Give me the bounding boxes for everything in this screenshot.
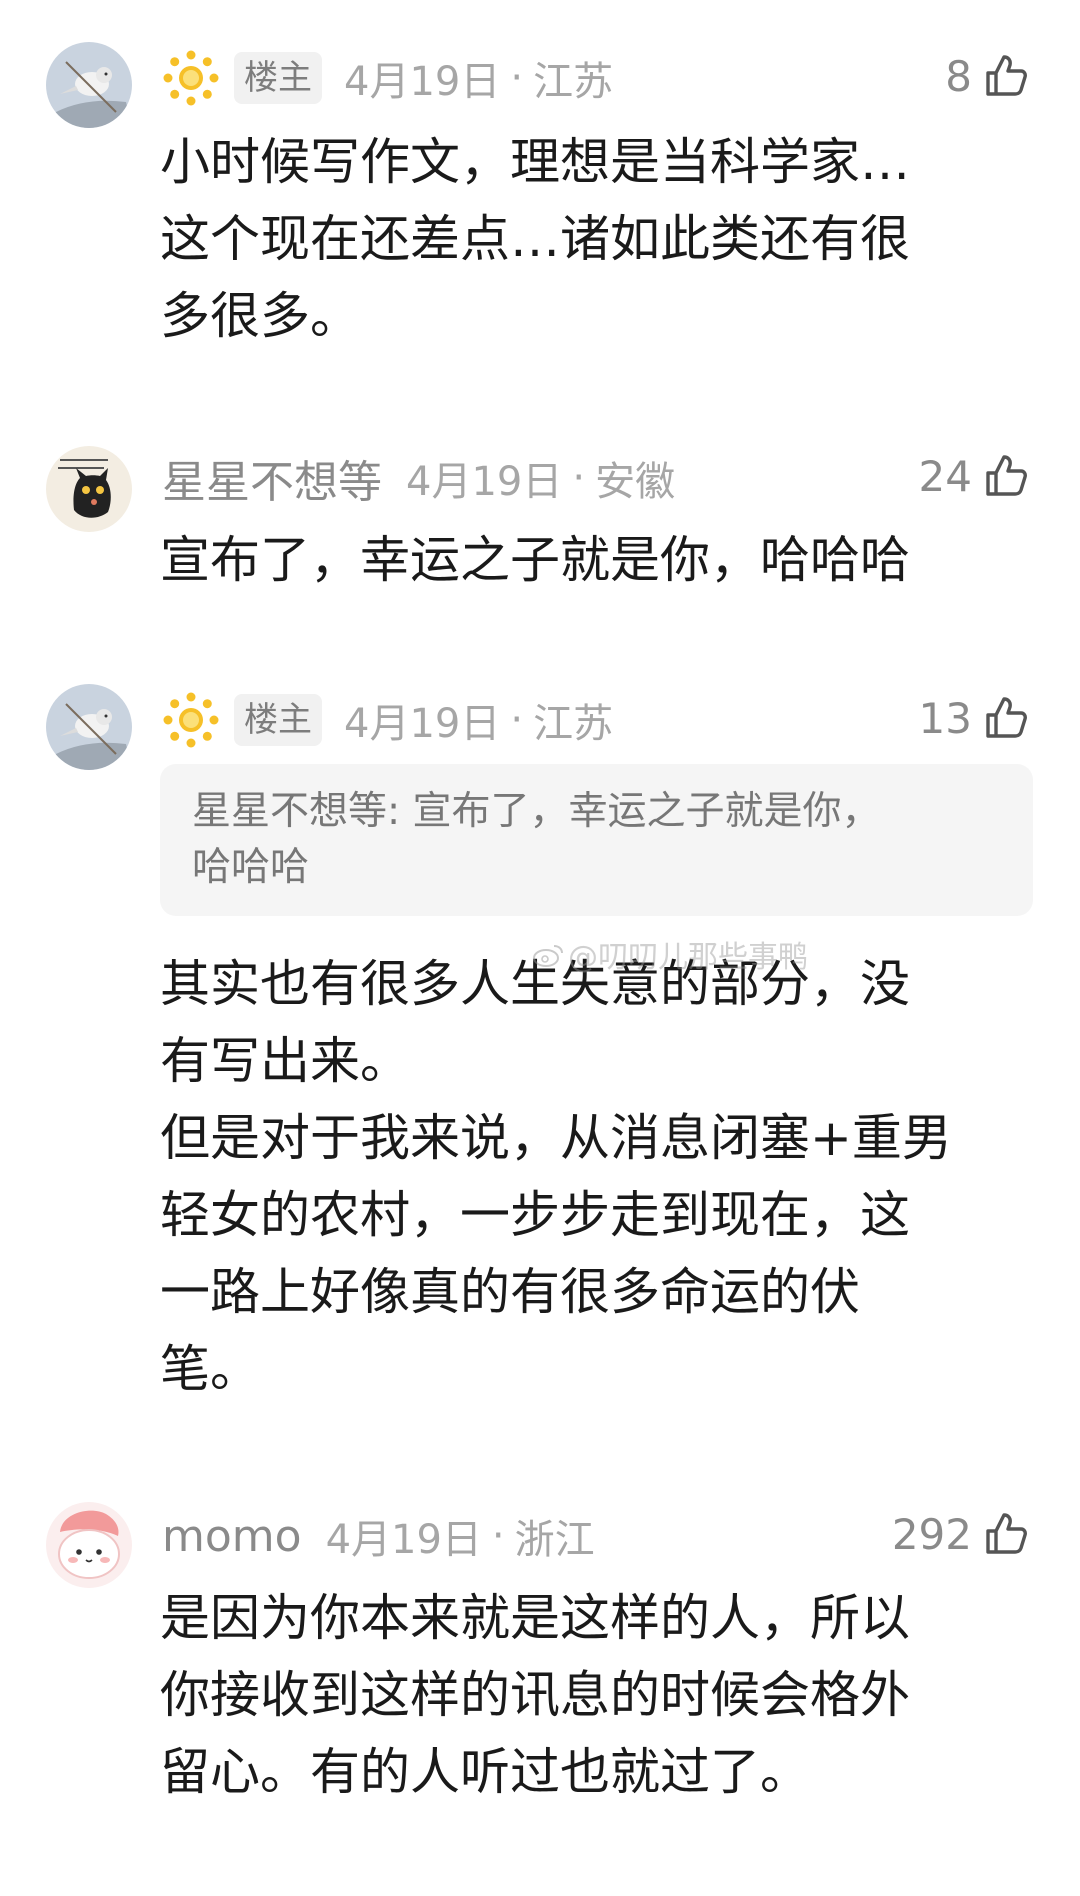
comment-date: 4月19日 xyxy=(344,701,501,747)
meta-separator: · xyxy=(510,55,524,101)
op-badge: 楼主 xyxy=(234,694,322,746)
like-button[interactable]: 13 xyxy=(919,688,1030,748)
comment-text: 宣布了，幸运之子就是你，哈哈哈 xyxy=(160,531,910,589)
comment-meta: 星星不想等 4月19日 · 安徽 xyxy=(162,448,675,508)
comment-region: 江苏 xyxy=(533,701,614,747)
like-button[interactable]: 8 xyxy=(945,46,1030,106)
comment-meta: momo 4月19日 · 浙江 xyxy=(162,1506,595,1566)
comment-date: 4月19日 xyxy=(344,59,501,105)
watermark-text: @叨叨儿那些事鸭 xyxy=(568,940,808,975)
thumbs-up-icon xyxy=(982,52,1030,100)
like-count: 13 xyxy=(918,693,972,743)
like-count: 292 xyxy=(891,1509,972,1559)
comment-text: 是因为你本来就是这样的人，所以 你接收到这样的讯息的时候会格外 留心。有的人听过… xyxy=(160,1589,910,1801)
cat-avatar-image xyxy=(46,446,132,532)
comment-region: 安徽 xyxy=(595,459,676,505)
sun-icon xyxy=(162,691,220,749)
comment-text: 小时候写作文，理想是当科学家… 这个现在还差点…诸如此类还有很 多很多。 xyxy=(160,133,910,345)
avatar[interactable] xyxy=(46,1502,132,1588)
username[interactable]: 星星不想等 xyxy=(162,446,382,510)
meta-separator: · xyxy=(572,455,586,501)
comment-date: 4月19日 xyxy=(325,1517,482,1563)
weibo-logo-icon xyxy=(532,941,564,967)
bird-avatar-image xyxy=(46,684,132,770)
sun-icon xyxy=(162,49,220,107)
meta-separator: · xyxy=(491,1513,505,1559)
quoted-reply-text: 星星不想等: 宣布了，幸运之子就是你， 哈哈哈 xyxy=(192,789,881,890)
avatar[interactable] xyxy=(46,42,132,128)
like-count: 24 xyxy=(918,451,972,501)
comment-region: 浙江 xyxy=(514,1517,595,1563)
thumbs-up-icon xyxy=(982,694,1030,742)
quoted-reply[interactable]: 星星不想等: 宣布了，幸运之子就是你， 哈哈哈 xyxy=(160,764,1033,916)
thumbs-up-icon xyxy=(982,1510,1030,1558)
like-button[interactable]: 292 xyxy=(892,1504,1030,1564)
op-badge: 楼主 xyxy=(234,52,322,104)
meta-separator: · xyxy=(510,697,524,743)
watermark: @叨叨儿那些事鸭 xyxy=(532,932,808,976)
like-count: 8 xyxy=(945,51,972,101)
comment-meta: 楼主 4月19日 · 江苏 xyxy=(162,690,613,750)
username[interactable]: momo xyxy=(162,1511,302,1562)
like-button[interactable]: 24 xyxy=(919,446,1030,506)
avatar[interactable] xyxy=(46,446,132,532)
comment-text: 其实也有很多人生失意的部分，没 有写出来。 但是对于我来说，从消息闭塞+重男 轻… xyxy=(160,955,952,1398)
comment-meta: 楼主 4月19日 · 江苏 xyxy=(162,48,613,108)
bird-avatar-image xyxy=(46,42,132,128)
avatar[interactable] xyxy=(46,684,132,770)
thumbs-up-icon xyxy=(982,452,1030,500)
peach-avatar-image xyxy=(46,1502,132,1588)
comment-date: 4月19日 xyxy=(406,459,563,505)
comment-region: 江苏 xyxy=(533,59,614,105)
